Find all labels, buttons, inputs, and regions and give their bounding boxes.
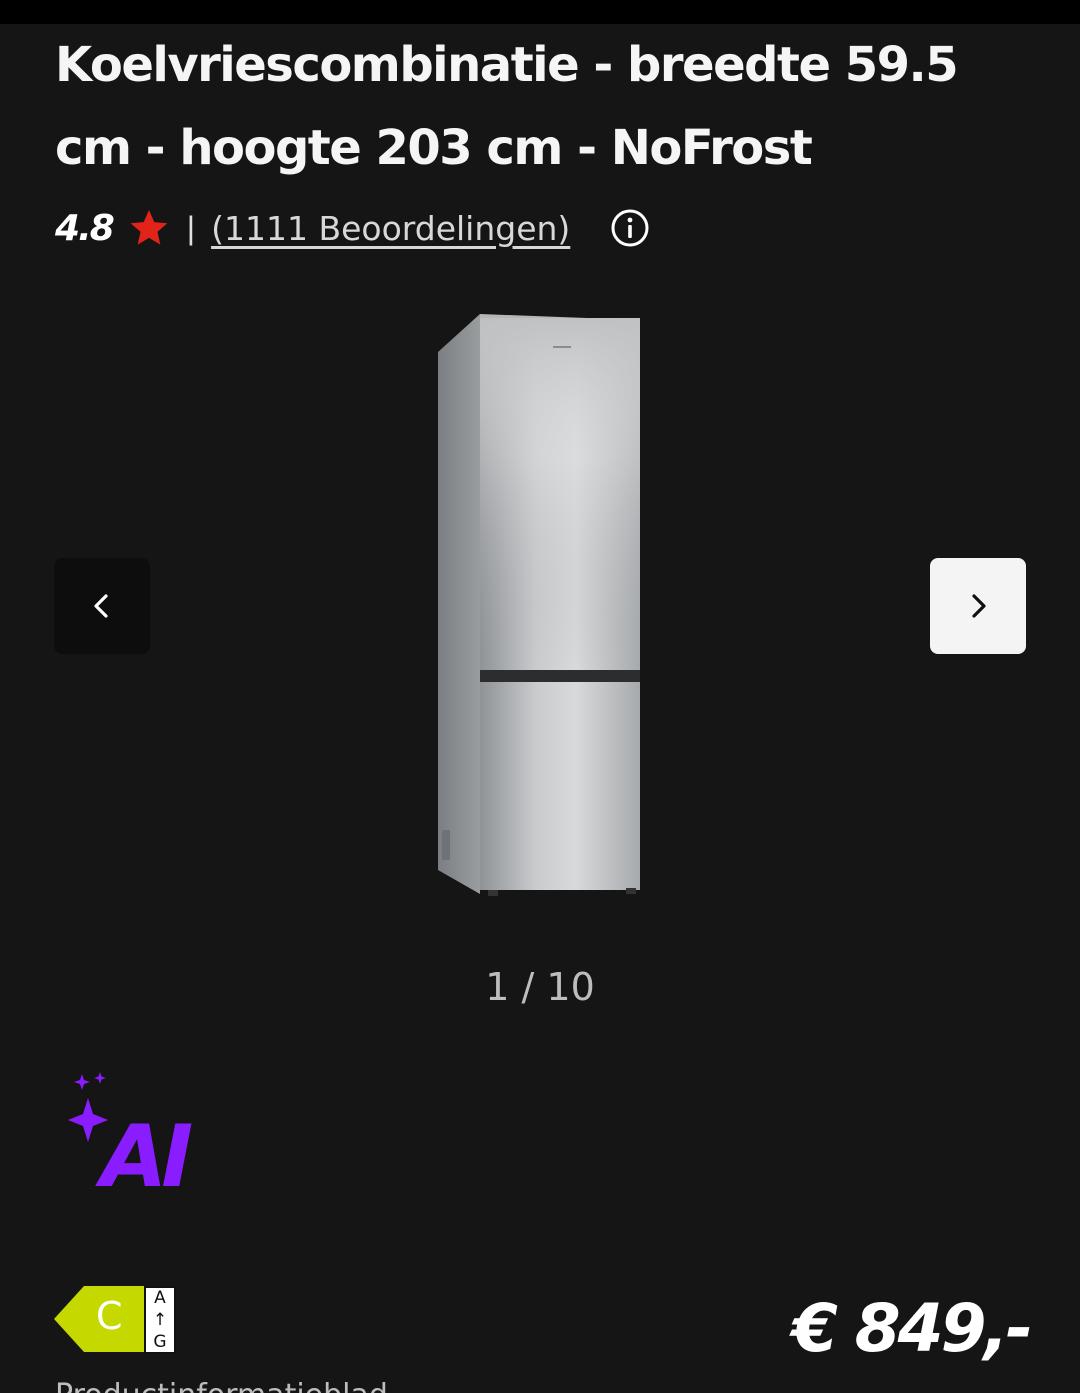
rating-separator: | (186, 209, 196, 246)
energy-class-arrow: C (54, 1286, 144, 1352)
star-icon (130, 210, 168, 245)
rating-row: 4.8 | (1111 Beoordelingen) (55, 198, 650, 258)
gallery-pager: 1 / 10 (485, 965, 595, 1009)
rating-value: 4.8 (55, 207, 115, 249)
product-gallery (0, 290, 1080, 930)
energy-scale-arrow: ↑ (152, 1310, 168, 1330)
product-title: Koelvriescombinatie - breedte 59.5 cm - … (55, 37, 959, 176)
ai-badge-label: AI (95, 1107, 193, 1195)
info-icon[interactable] (610, 208, 650, 248)
energy-class: C (96, 1294, 123, 1338)
ai-sparkle-icon: AI (68, 1072, 198, 1195)
energy-scale-top: A (154, 1288, 166, 1308)
reviews-link[interactable]: (1111 Beoordelingen) (211, 209, 570, 248)
gallery-prev-button[interactable] (54, 558, 150, 654)
product-price: € 849,- (791, 1290, 1033, 1367)
chevron-left-icon (94, 594, 108, 618)
energy-label[interactable]: C A ↑ G (54, 1286, 176, 1354)
product-image-fridge-freezer[interactable] (430, 310, 650, 900)
energy-scale-bottom: G (153, 1332, 167, 1352)
chevron-right-icon (972, 594, 986, 618)
gallery-next-button[interactable] (930, 558, 1026, 654)
status-bar-strip (0, 0, 1080, 24)
energy-scale: A ↑ G (144, 1286, 176, 1354)
product-info-sheet-link[interactable]: Productinformatieblad (55, 1378, 388, 1393)
